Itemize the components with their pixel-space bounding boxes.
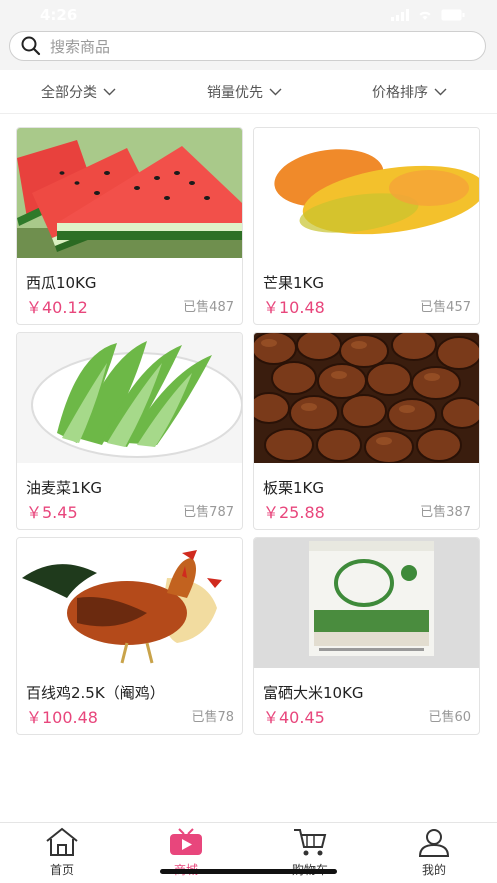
product-image-watermelon — [17, 128, 242, 258]
tab-home[interactable]: 首页 — [22, 827, 102, 878]
product-sold-count: 已售387 — [420, 505, 471, 520]
product-card[interactable]: 油麦菜1KG ￥5.45 已售787 — [16, 332, 243, 530]
cart-icon — [294, 829, 327, 856]
home-icon — [46, 827, 78, 856]
product-image-rice-bag — [254, 538, 479, 668]
product-price: ￥40.45 — [263, 708, 325, 727]
wifi-icon — [419, 11, 431, 20]
search-icon — [21, 36, 41, 56]
mall-play-icon — [170, 828, 202, 855]
product-sold-count: 已售487 — [183, 300, 234, 315]
filter-label: 价格排序 — [372, 85, 428, 101]
product-sold-count: 已售457 — [420, 300, 471, 315]
home-indicator — [160, 869, 337, 874]
product-price: ￥10.48 — [263, 298, 325, 317]
filter-category[interactable]: 全部分类 — [41, 82, 116, 102]
battery-icon — [441, 9, 465, 21]
status-time: 4:26 — [40, 6, 78, 24]
product-name: 板栗1KG — [263, 479, 325, 497]
product-card[interactable]: 百线鸡2.5K（阉鸡） ￥100.48 已售78 — [16, 537, 243, 735]
product-price: ￥40.12 — [26, 298, 88, 317]
product-price: ￥25.88 — [263, 503, 325, 522]
filter-price[interactable]: 价格排序 — [372, 82, 447, 102]
product-image-chicken — [17, 538, 242, 668]
tab-profile[interactable]: 我的 — [394, 827, 474, 878]
search-placeholder: 搜索商品 — [50, 37, 111, 56]
product-sold-count: 已售787 — [183, 505, 234, 520]
product-image-lettuce — [17, 333, 242, 463]
filter-label: 全部分类 — [41, 85, 97, 101]
product-card[interactable]: 富硒大米10KG ￥40.45 已售60 — [253, 537, 480, 735]
product-price: ￥5.45 — [26, 503, 78, 522]
tab-label: 我的 — [421, 863, 446, 877]
chevron-down-icon — [103, 88, 116, 96]
filter-sales[interactable]: 销量优先 — [207, 82, 282, 102]
filter-bar: 全部分类 销量优先 价格排序 — [0, 70, 497, 114]
search-header: 搜索商品 — [0, 28, 497, 70]
product-card[interactable]: 板栗1KG ￥25.88 已售387 — [253, 332, 480, 530]
user-icon — [418, 829, 450, 857]
product-card[interactable]: 西瓜10KG ￥40.12 已售487 — [16, 127, 243, 325]
signal-icon — [391, 9, 409, 21]
product-name: 芒果1KG — [263, 274, 325, 292]
filter-label: 销量优先 — [207, 85, 263, 101]
product-name: 富硒大米10KG — [263, 684, 364, 702]
product-name: 百线鸡2.5K（阉鸡） — [26, 684, 165, 702]
product-image-mango — [254, 128, 479, 258]
chevron-down-icon — [434, 88, 447, 96]
search-input[interactable]: 搜索商品 — [9, 31, 486, 61]
chevron-down-icon — [269, 88, 282, 96]
status-icons — [391, 9, 465, 21]
status-bar: 4:26 — [0, 0, 497, 28]
product-card[interactable]: 芒果1KG ￥10.48 已售457 — [253, 127, 480, 325]
product-sold-count: 已售60 — [428, 710, 471, 725]
product-image-chestnut — [254, 333, 479, 463]
product-price: ￥100.48 — [26, 708, 98, 727]
product-name: 西瓜10KG — [26, 274, 97, 292]
product-name: 油麦菜1KG — [26, 479, 103, 497]
product-sold-count: 已售78 — [191, 710, 234, 725]
tab-label: 首页 — [49, 863, 74, 877]
